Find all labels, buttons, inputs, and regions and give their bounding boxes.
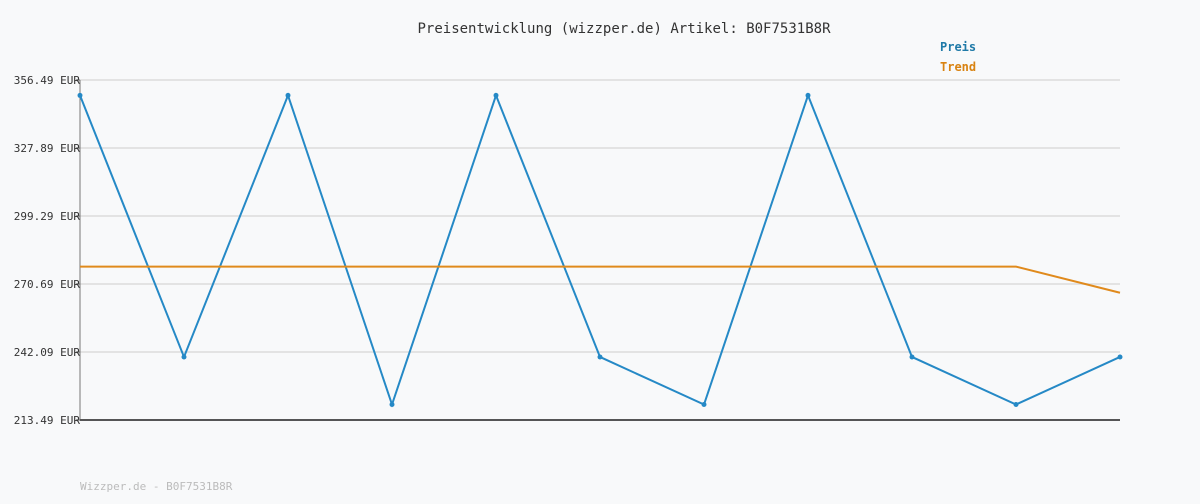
data-point-preis bbox=[1013, 402, 1019, 408]
data-point-preis bbox=[909, 354, 915, 360]
data-point-preis bbox=[597, 354, 603, 360]
data-point-preis bbox=[493, 92, 499, 98]
series-line-trend bbox=[80, 265, 1121, 294]
y-tick-label: 327.89 EUR bbox=[14, 142, 81, 155]
data-point-preis bbox=[805, 92, 811, 98]
y-tick-label: 356.49 EUR bbox=[14, 74, 81, 87]
chart-title: Preisentwicklung (wizzper.de) Artikel: B… bbox=[417, 21, 831, 37]
footer-credit: Wizzper.de - B0F7531B8R bbox=[80, 480, 233, 493]
y-tick-label: 242.09 EUR bbox=[14, 346, 81, 359]
data-point-preis bbox=[285, 92, 291, 98]
y-tick-label: 213.49 EUR bbox=[14, 414, 81, 427]
series-group bbox=[77, 92, 1123, 408]
data-point-preis bbox=[701, 402, 707, 408]
data-point-preis bbox=[1117, 354, 1123, 360]
data-point-preis bbox=[181, 354, 187, 360]
data-point-preis bbox=[77, 92, 83, 98]
price-chart: Preisentwicklung (wizzper.de) Artikel: B… bbox=[0, 0, 1200, 500]
y-axis-ticks: 356.49 EUR 327.89 EUR 299.29 EUR 270.69 EUR… bbox=[14, 74, 81, 427]
grid-lines bbox=[80, 79, 1120, 421]
y-tick-label: 299.29 EUR bbox=[14, 210, 81, 223]
legend-trend: Trend bbox=[940, 60, 976, 74]
data-point-preis bbox=[389, 402, 395, 408]
chart-svg: Preisentwicklung (wizzper.de) Artikel: B… bbox=[14, 21, 1123, 427]
y-tick-label: 270.69 EUR bbox=[14, 278, 81, 291]
axes bbox=[79, 80, 1120, 421]
legend-preis: Preis bbox=[940, 40, 976, 54]
